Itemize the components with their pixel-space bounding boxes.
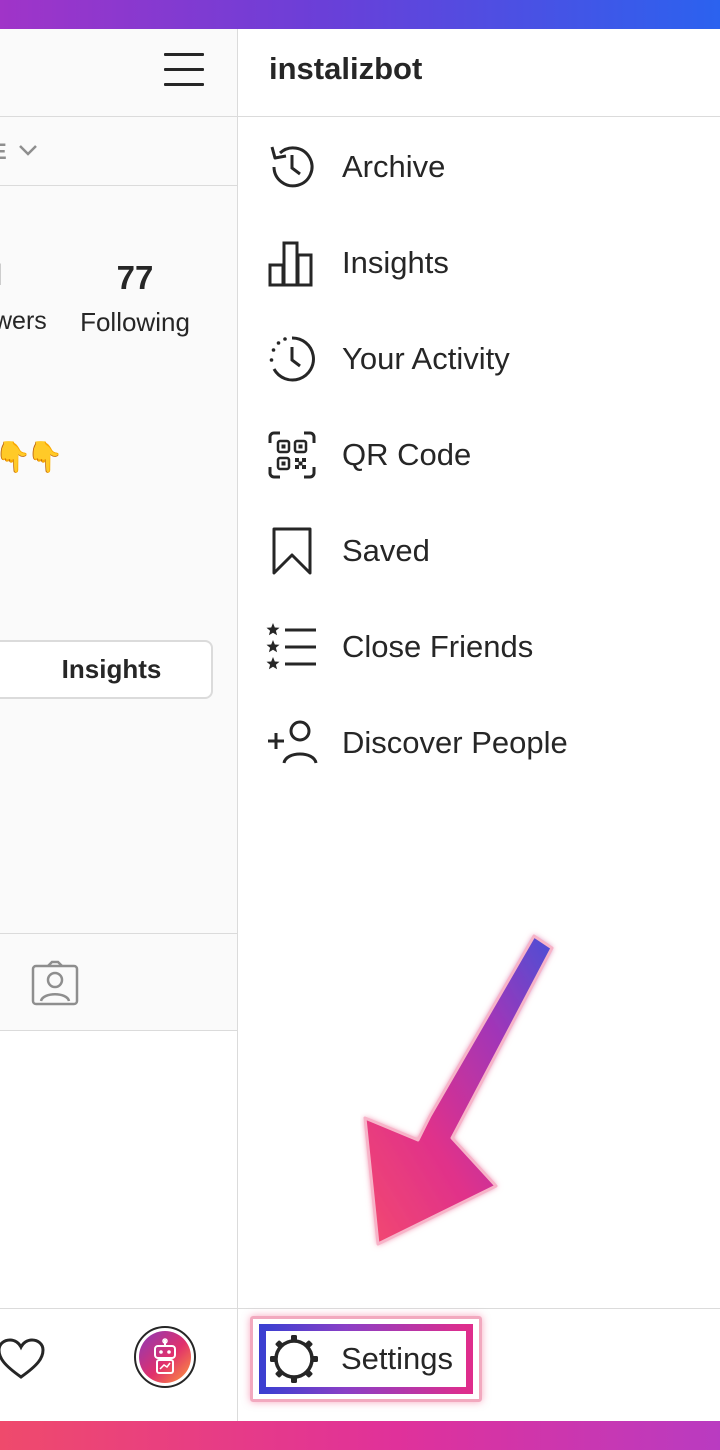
activity-icon xyxy=(269,336,315,382)
menu-label: Close Friends xyxy=(342,629,534,664)
tagged-photos-icon[interactable] xyxy=(30,960,80,1008)
menu-item-close-friends[interactable]: Close Friends xyxy=(238,599,720,695)
bottom-nav xyxy=(0,1308,238,1421)
close-friends-icon xyxy=(266,623,316,670)
menu-label: Insights xyxy=(342,245,449,280)
pointer-arrow-annotation xyxy=(363,934,554,1246)
menu-label: Your Activity xyxy=(342,341,510,376)
top-gradient-bar xyxy=(0,0,720,29)
archive-icon xyxy=(270,146,314,188)
profile-header xyxy=(0,29,238,116)
menu-label: Saved xyxy=(342,533,430,568)
menu-icon[interactable] xyxy=(163,50,207,88)
insights-button[interactable]: Insights xyxy=(0,640,213,699)
drawer-footer: Settings xyxy=(238,1308,720,1421)
profile-pane: E l wers 77 Following 👇 👇 Insights xyxy=(0,29,238,1421)
menu-item-qr-code[interactable]: QR Code xyxy=(238,407,720,503)
followers-label-partial[interactable]: wers xyxy=(0,307,47,336)
username-title: instalizbot xyxy=(269,51,423,86)
profile-tab-bar xyxy=(0,933,238,1031)
menu-item-archive[interactable]: Archive xyxy=(238,119,720,215)
following-count[interactable]: 77 xyxy=(75,259,195,297)
following-label[interactable]: Following xyxy=(75,307,195,338)
menu-label: QR Code xyxy=(342,437,472,472)
menu-label: Archive xyxy=(342,149,446,184)
heart-icon[interactable] xyxy=(0,1337,46,1381)
bottom-gradient-bar xyxy=(0,1421,720,1450)
menu-item-saved[interactable]: Saved xyxy=(238,503,720,599)
qr-code-icon xyxy=(268,431,316,479)
followers-count-partial: l xyxy=(0,259,2,293)
profile-dropdown-row[interactable]: E xyxy=(0,116,238,186)
drawer-header: instalizbot xyxy=(238,29,720,117)
settings-button[interactable]: Settings xyxy=(341,1341,453,1377)
insights-icon xyxy=(268,241,313,287)
saved-icon xyxy=(272,527,312,575)
chevron-down-icon xyxy=(19,145,37,156)
robot-avatar-icon[interactable] xyxy=(134,1326,196,1388)
menu-item-insights[interactable]: Insights xyxy=(238,215,720,311)
menu-item-your-activity[interactable]: Your Activity xyxy=(238,311,720,407)
dropdown-label-partial: E xyxy=(0,139,8,165)
pointing-down-emoji: 👇 xyxy=(26,441,64,474)
menu-item-discover-people[interactable]: Discover People xyxy=(238,695,720,791)
gear-icon[interactable] xyxy=(268,1333,320,1385)
discover-people-icon xyxy=(268,720,318,764)
profile-grid-area xyxy=(0,1031,238,1308)
menu-label: Discover People xyxy=(342,725,568,760)
